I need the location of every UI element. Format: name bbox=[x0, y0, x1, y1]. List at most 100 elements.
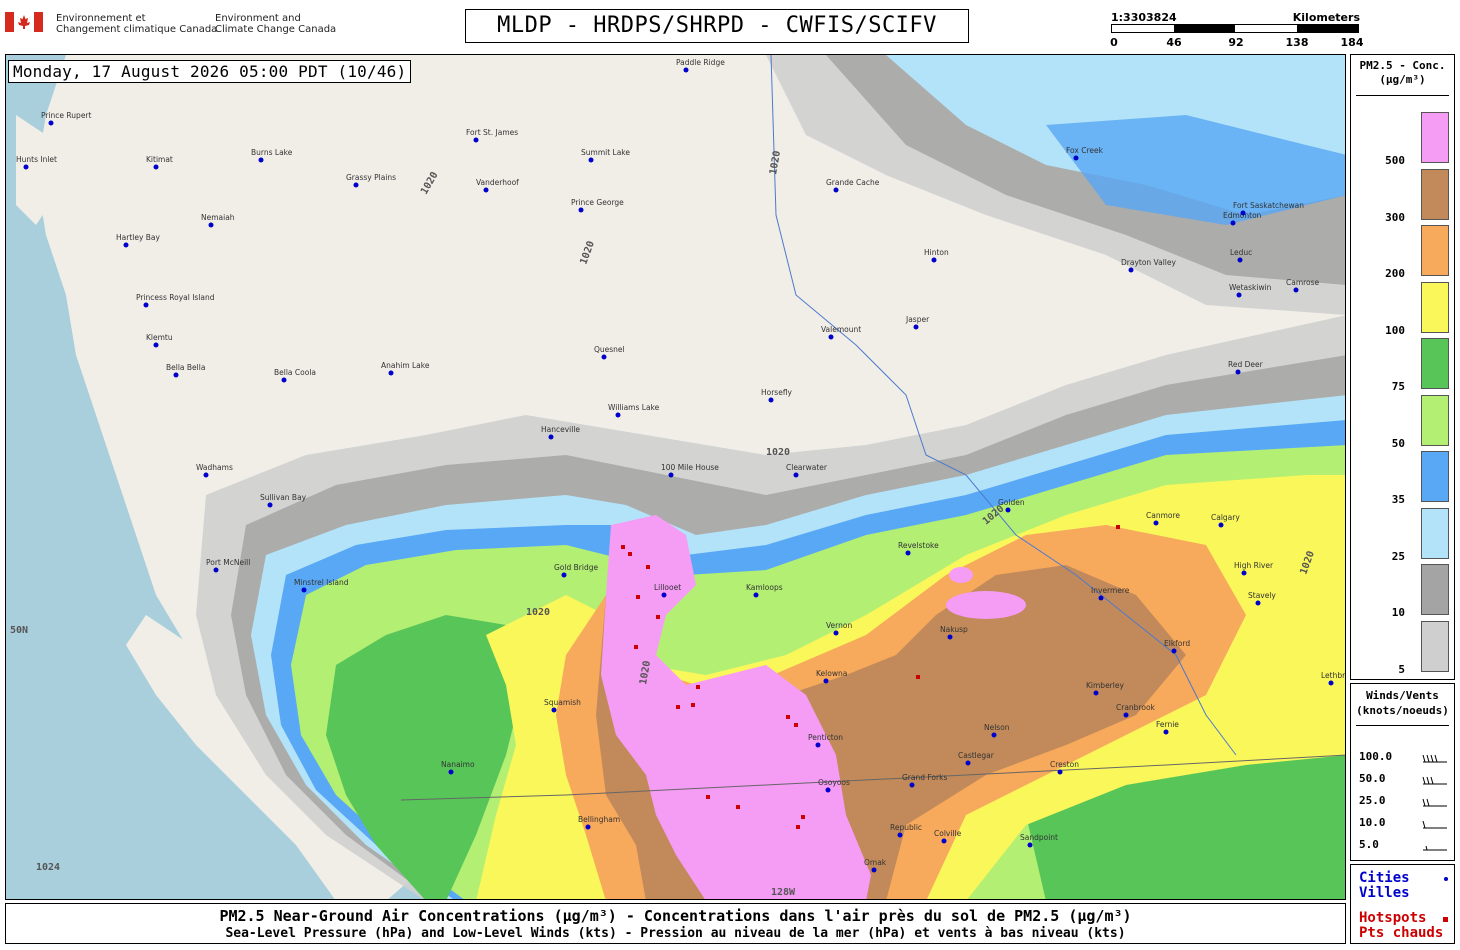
city-name: Clearwater bbox=[786, 463, 828, 472]
city-name: Paddle Ridge bbox=[676, 58, 725, 67]
legend-value: 75 bbox=[1391, 380, 1405, 393]
city-dot bbox=[173, 372, 179, 378]
city-dot bbox=[1236, 292, 1242, 298]
city-dot bbox=[48, 120, 54, 126]
city-name: Vernon bbox=[826, 621, 852, 630]
city-dot bbox=[947, 634, 953, 640]
city-name: Castlegar bbox=[958, 751, 995, 760]
city-dot bbox=[551, 707, 557, 713]
city-name: Republic bbox=[890, 823, 922, 832]
city-name: Hanceville bbox=[541, 425, 580, 434]
legend-value: 5 bbox=[1398, 662, 1405, 676]
wind-barb-50-icon bbox=[1422, 776, 1447, 785]
city-dot bbox=[1005, 507, 1011, 513]
city-dot bbox=[825, 787, 831, 793]
city-name: Calgary bbox=[1211, 513, 1240, 522]
legend-swatch bbox=[1421, 620, 1449, 672]
city-dot bbox=[941, 838, 947, 844]
city-dot bbox=[833, 630, 839, 636]
city-dot bbox=[1240, 210, 1246, 216]
city-name: Nemaiah bbox=[201, 213, 235, 222]
city-dot bbox=[753, 592, 759, 598]
city-name: Bellingham bbox=[578, 815, 620, 824]
marker-key: Cities Villes Hotspots Pts chauds bbox=[1350, 864, 1455, 944]
isobar-label: 1020 bbox=[526, 607, 550, 618]
legend-value: 500 bbox=[1385, 154, 1405, 167]
legend-value: 300 bbox=[1385, 210, 1405, 224]
legend-swatch bbox=[1421, 112, 1449, 163]
city-dot bbox=[23, 164, 29, 170]
city-dot bbox=[833, 187, 839, 193]
canada-flag-icon bbox=[5, 12, 43, 32]
isobar-label: 1020 bbox=[766, 447, 790, 458]
city-name: Fernie bbox=[1156, 720, 1179, 729]
city-dot bbox=[1098, 595, 1104, 601]
city-dot bbox=[1235, 369, 1241, 375]
city-name: Grande Cache bbox=[826, 178, 880, 187]
city-dot bbox=[828, 334, 834, 340]
city-name: Prince Rupert bbox=[41, 111, 92, 120]
smoke-zone-500-east-b bbox=[949, 567, 973, 583]
city-dot bbox=[588, 157, 594, 163]
city-name: Anahim Lake bbox=[381, 361, 430, 370]
wind-legend-row: 25.0 bbox=[1359, 794, 1449, 812]
city-name: Lethbridge bbox=[1321, 671, 1346, 680]
city-name: Nakusp bbox=[940, 625, 968, 634]
city-name: Camrose bbox=[1286, 278, 1320, 287]
city-dot bbox=[965, 760, 971, 766]
city-name: Squamish bbox=[544, 698, 581, 707]
city-dot bbox=[585, 824, 591, 830]
city-dot bbox=[1230, 220, 1236, 226]
city-name: Fort St. James bbox=[466, 128, 518, 137]
city-name: Omak bbox=[864, 858, 887, 867]
wind-barb-10-icon bbox=[1422, 820, 1447, 829]
wind-speed-label: 10.0 bbox=[1359, 816, 1386, 829]
wind-speed-label: 5.0 bbox=[1359, 838, 1379, 851]
city-name: Elkford bbox=[1164, 639, 1190, 648]
legend-swatch bbox=[1421, 451, 1449, 502]
hotspots-key-label: Hotspots Pts chauds bbox=[1359, 910, 1444, 941]
city-name: Nanaimo bbox=[441, 760, 475, 769]
org-name-fr: Environnement et Changement climatique Ca… bbox=[56, 13, 218, 35]
scale-unit: Kilometers bbox=[1292, 11, 1360, 24]
city-dot bbox=[1057, 769, 1063, 775]
city-name: Kimberley bbox=[1086, 681, 1124, 690]
legend-swatch bbox=[1421, 338, 1449, 389]
city-dot bbox=[1123, 712, 1129, 718]
legend-title: PM2.5 - Conc. (µg/m³) bbox=[1359, 59, 1446, 86]
city-name: Revelstoke bbox=[898, 541, 939, 550]
city-dot bbox=[1128, 267, 1134, 273]
city-dot bbox=[683, 67, 689, 73]
wind-speed-label: 100.0 bbox=[1359, 750, 1393, 763]
map-canvas[interactable]: 1020 1020 1020 1020 1020 1020 1020 1020 … bbox=[6, 55, 1346, 900]
city-dot bbox=[483, 187, 489, 193]
longitude-label: 128W bbox=[771, 887, 796, 898]
smoke-forecast-map[interactable]: 1020 1020 1020 1020 1020 1020 1020 1020 … bbox=[5, 54, 1346, 900]
legend-swatch bbox=[1421, 564, 1449, 615]
scale-tick: 92 bbox=[1228, 36, 1244, 49]
city-dot bbox=[258, 157, 264, 163]
city-name: 100 Mile House bbox=[661, 463, 719, 472]
city-name: Golden bbox=[998, 498, 1025, 507]
legend-value: 25 bbox=[1391, 549, 1405, 563]
scale-tick: 0 bbox=[1110, 36, 1118, 49]
city-name: Prince George bbox=[571, 198, 624, 207]
city-dot bbox=[823, 678, 829, 684]
legend-swatch bbox=[1421, 394, 1449, 446]
hotspot-square-icon bbox=[1443, 917, 1448, 922]
city-dot-icon bbox=[1444, 877, 1448, 881]
city-name: Cranbrook bbox=[1116, 703, 1156, 712]
city-name: Minstrel Island bbox=[294, 578, 349, 587]
wind-speed-label: 25.0 bbox=[1359, 794, 1386, 807]
caption-line-1: PM2.5 Near-Ground Air Concentrations (µg… bbox=[219, 907, 1132, 925]
city-dot bbox=[203, 472, 209, 478]
wind-legend-title: Winds/Vents (knots/noeuds) bbox=[1356, 689, 1449, 717]
city-name: Penticton bbox=[808, 733, 843, 742]
wind-barb-25-icon bbox=[1422, 798, 1447, 807]
city-dot bbox=[1218, 522, 1224, 528]
city-name: Leduc bbox=[1230, 248, 1252, 257]
legend-swatch bbox=[1421, 225, 1449, 276]
city-dot bbox=[913, 324, 919, 330]
city-dot bbox=[1293, 287, 1299, 293]
city-dot bbox=[793, 472, 799, 478]
